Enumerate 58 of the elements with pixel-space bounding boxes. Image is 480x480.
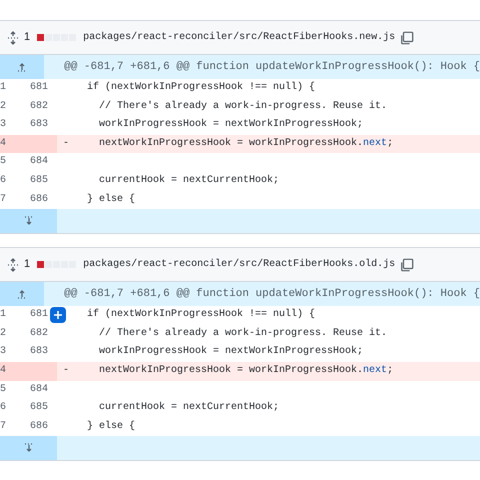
add-comment-button[interactable]: [50, 307, 66, 324]
old-line-number: 5: [0, 155, 8, 170]
code-text: nextWorkInProgressHook = workInProgressHook.next;: [98, 136, 394, 151]
old-line-number: 5: [0, 382, 8, 397]
code-text: // There's already a work-in-progress. Reuse it.: [98, 100, 388, 114]
expand-down-icon: [24, 216, 34, 226]
new-line-number: 682: [28, 100, 48, 114]
code-text: // There's already a work-in-progress. Reuse it.: [98, 326, 388, 341]
new-line-number: 686: [28, 192, 48, 207]
code-text: if (nextWorkInProgressHook !== null) {: [86, 80, 316, 95]
plus-icon: [53, 310, 63, 320]
unfold-icon[interactable]: [7, 258, 19, 272]
copy-icon[interactable]: [400, 30, 414, 44]
expand-up-icon: [17, 62, 28, 72]
old-line-number: 1: [0, 308, 8, 322]
old-line-number: 4: [0, 136, 8, 151]
old-line-number: 6: [0, 174, 8, 188]
copy-icon[interactable]: [400, 258, 414, 272]
diff-sign: -: [62, 136, 70, 151]
new-line-number: 683: [28, 118, 48, 132]
file-path[interactable]: packages/react-reconciler/src/ReactFiberHooks.old.js: [83, 257, 396, 272]
code-text: currentHook = nextCurrentHook;: [98, 174, 280, 188]
old-line-number: 2: [0, 326, 8, 341]
hunk-header: @@ -681,7 +681,6 @@ function updateWorkInProgressHook(): Hook {: [44, 282, 480, 306]
old-line-number: 6: [0, 401, 8, 416]
code-text: workInProgressHook = nextWorkInProgressHook;: [98, 344, 364, 360]
code-text: } else {: [86, 420, 136, 434]
code-text: if (nextWorkInProgressHook !== null) {: [86, 308, 316, 322]
old-line-number: 2: [0, 100, 8, 114]
new-line-number: 684: [28, 382, 48, 397]
new-line-number: 683: [28, 345, 48, 360]
old-line-number: 4: [0, 364, 8, 378]
new-line-number: 682: [28, 326, 48, 341]
old-line-number: 3: [0, 118, 8, 132]
code-text: nextWorkInProgressHook = workInProgressHook.next;: [98, 364, 394, 378]
new-line-number: 685: [28, 401, 48, 416]
file-path[interactable]: packages/react-reconciler/src/ReactFiberHooks.new.js: [83, 30, 396, 45]
old-line-number: 7: [0, 420, 8, 434]
diffstat-icon: [37, 34, 76, 41]
new-line-number: 686: [28, 420, 48, 434]
expand-down-icon: [24, 443, 34, 454]
code-text: currentHook = nextCurrentHook;: [98, 400, 280, 416]
old-line-number: 7: [0, 192, 8, 207]
old-line-number: 3: [0, 345, 8, 360]
diff-sign: -: [62, 364, 70, 378]
new-line-number: 684: [28, 155, 48, 170]
code-text: workInProgressHook = nextWorkInProgressHook;: [98, 118, 364, 132]
new-line-number: 681: [28, 81, 48, 95]
hunk-header: @@ -681,7 +681,6 @@ function updateWorkInProgressHook(): Hook {: [44, 55, 480, 79]
unfold-icon[interactable]: [7, 30, 19, 44]
expand-up-icon: [17, 289, 28, 300]
new-line-number: 685: [28, 174, 48, 188]
change-count: 1: [24, 257, 30, 272]
code-text: } else {: [86, 192, 136, 207]
new-line-number: 681: [28, 308, 48, 322]
change-count: 1: [24, 30, 30, 46]
old-line-number: 1: [0, 81, 8, 95]
diffstat-icon: [37, 261, 76, 268]
